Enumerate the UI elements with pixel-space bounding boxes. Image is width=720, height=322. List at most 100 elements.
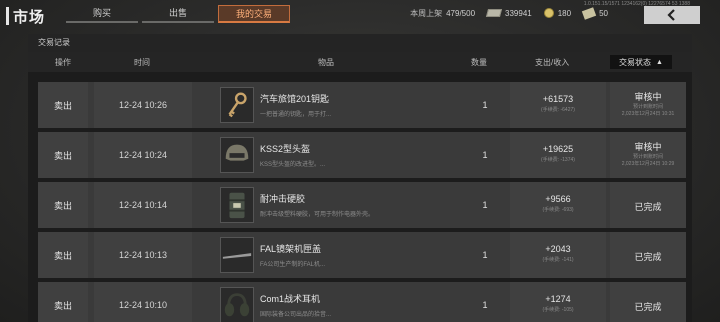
cash-icon [485, 9, 503, 17]
item-name: 汽车旅馆201钥匙 [260, 94, 330, 104]
income-amount: +19625 [542, 144, 574, 154]
caret-up-icon: ▲ [656, 58, 663, 66]
time-cell: 12-24 10:26 [94, 82, 192, 128]
ticket-value: 50 [599, 8, 608, 18]
tab-buy[interactable]: 购买 [66, 5, 138, 23]
status-cell: 已完成 [610, 282, 686, 322]
time-cell: 12-24 10:24 [94, 132, 192, 178]
item-name: FAL镜架机匣盖 [260, 244, 322, 254]
quantity-cell: 1 [482, 200, 488, 210]
ticket-icon [581, 6, 597, 20]
market-logo: 市场 [6, 6, 45, 26]
status-sort-button[interactable]: 交易状态 ▲ [610, 55, 672, 69]
status-text: 已完成 [634, 252, 662, 262]
income-cell: +2043 (手续费: -141) [510, 232, 606, 278]
action-cell: 卖出 [38, 282, 88, 322]
rifle-part-icon [220, 237, 254, 273]
top-bar: 市场 购买 出售 我的交易 本周上架 479/500 339941 180 50… [0, 0, 720, 30]
chevron-left-icon [667, 9, 675, 21]
time-cell: 12-24 10:10 [94, 282, 192, 322]
time-cell: 12-24 10:13 [94, 232, 192, 278]
action-cell: 卖出 [38, 82, 88, 128]
barrel-icon [220, 187, 254, 223]
fee-text: (手续费: -693) [542, 207, 574, 213]
item-name: KSS2型头盔 [260, 144, 311, 154]
panel-title: 交易记录 [28, 34, 692, 52]
item-description: FA公司生产制的FAL机... [260, 262, 326, 268]
col-action: 操作 [55, 58, 71, 67]
headset-icon [220, 287, 254, 322]
trade-list: 卖出 12-24 10:26 汽车旅馆201钥匙 一把普通的钥匙，用于打... … [28, 78, 692, 322]
table-row[interactable]: 卖出 12-24 10:10 Com1战术耳机 国际装备公司出品的拾音... 1… [38, 282, 686, 322]
income-amount: +2043 [545, 244, 571, 254]
helmet-icon [220, 137, 254, 173]
income-amount: +1274 [545, 294, 571, 304]
time-cell: 12-24 10:14 [94, 182, 192, 228]
item-cell: FAL镜架机匣盖 FA公司生产制的FAL机... [198, 232, 460, 278]
table-row[interactable]: 卖出 12-24 10:14 耐冲击硬胶 耐冲击级塑料硬胶，可用于制作电器外壳。… [38, 182, 686, 228]
fee-text: (手续费: -105) [542, 307, 574, 313]
status-cell: 审核中 预计到账时间 2,023年12月24日 10:31 [610, 82, 686, 128]
item-cell: Com1战术耳机 国际装备公司出品的拾音... [198, 282, 460, 322]
item-cell: 耐冲击硬胶 耐冲击级塑料硬胶，可用于制作电器外壳。 [198, 182, 460, 228]
income-cell: +19625 (手续费: -1374) [510, 132, 606, 178]
item-name: Com1战术耳机 [260, 294, 321, 304]
item-description: 耐冲击级塑料硬胶，可用于制作电器外壳。 [260, 212, 375, 218]
status-cell: 已完成 [610, 232, 686, 278]
quantity-cell: 1 [482, 250, 488, 260]
col-qty: 数量 [471, 58, 487, 67]
page-title: 市场 [13, 8, 46, 26]
status-cell: 审核中 预计到账时间 2,023年12月24日 10:29 [610, 132, 686, 178]
status-cell: 已完成 [610, 182, 686, 228]
tab-sell[interactable]: 出售 [142, 5, 214, 23]
weekly-listing-value: 479/500 [446, 8, 476, 18]
income-cell: +9566 (手续费: -693) [510, 182, 606, 228]
status-text: 已完成 [634, 202, 662, 212]
item-description: 一把普通的钥匙，用于打... [260, 112, 332, 118]
item-description: 国际装备公司出品的拾音... [260, 312, 332, 318]
trade-records-panel: 交易记录 操作 时间 物品 数量 支出/收入 交易状态 ▲ 卖出 12-24 1… [28, 34, 692, 322]
tab-my-trades[interactable]: 我的交易 [218, 5, 290, 23]
income-cell: +1274 (手续费: -105) [510, 282, 606, 322]
table-row[interactable]: 卖出 12-24 10:13 FAL镜架机匣盖 FA公司生产制的FAL机... … [38, 232, 686, 278]
action-cell: 卖出 [38, 132, 88, 178]
weekly-listing-label: 本周上架 [410, 8, 443, 18]
quantity-cell: 1 [482, 100, 488, 110]
fee-text: (手续费: -6427) [541, 107, 575, 113]
income-amount: +61573 [542, 94, 574, 104]
status-eta-date: 2,023年12月24日 10:31 [621, 111, 675, 117]
col-status: 交易状态 [619, 57, 652, 67]
income-cell: +61573 (手续费: -6427) [510, 82, 606, 128]
action-cell: 卖出 [38, 232, 88, 278]
item-cell: 汽车旅馆201钥匙 一把普通的钥匙，用于打... [198, 82, 460, 128]
status-text: 已完成 [634, 302, 662, 312]
quantity-cell: 1 [482, 300, 488, 310]
back-button[interactable] [644, 6, 700, 24]
market-tabs: 购买 出售 我的交易 [66, 5, 294, 23]
col-money: 支出/收入 [535, 58, 570, 67]
fee-text: (手续费: -141) [542, 257, 574, 263]
item-cell: KSS2型头盔 KSS型头盔的改进型。... [198, 132, 460, 178]
key-icon [220, 87, 254, 123]
status-text: 审核中 [634, 142, 662, 152]
fee-text: (手续费: -1374) [541, 157, 575, 163]
status-eta-label: 预计到账时间 [632, 104, 663, 110]
currency-stats: 本周上架 479/500 339941 180 50 [410, 6, 620, 20]
table-header: 操作 时间 物品 数量 支出/收入 交易状态 ▲ [28, 52, 692, 72]
item-name: 耐冲击硬胶 [260, 194, 306, 204]
income-amount: +9566 [545, 194, 571, 204]
cash-value: 339941 [505, 8, 532, 18]
title-bar-accent [6, 7, 9, 25]
action-cell: 卖出 [38, 182, 88, 228]
coin-value: 180 [557, 8, 572, 18]
item-description: KSS型头盔的改进型。... [260, 162, 326, 168]
table-row[interactable]: 卖出 12-24 10:26 汽车旅馆201钥匙 一把普通的钥匙，用于打... … [38, 82, 686, 128]
status-eta-date: 2,023年12月24日 10:29 [621, 161, 675, 167]
coin-icon [543, 8, 554, 18]
quantity-cell: 1 [482, 150, 488, 160]
table-row[interactable]: 卖出 12-24 10:24 KSS2型头盔 KSS型头盔的改进型。... 1 … [38, 132, 686, 178]
col-time: 时间 [134, 58, 150, 67]
status-text: 审核中 [634, 92, 662, 102]
col-item: 物品 [318, 58, 334, 67]
status-eta-label: 预计到账时间 [632, 154, 663, 160]
